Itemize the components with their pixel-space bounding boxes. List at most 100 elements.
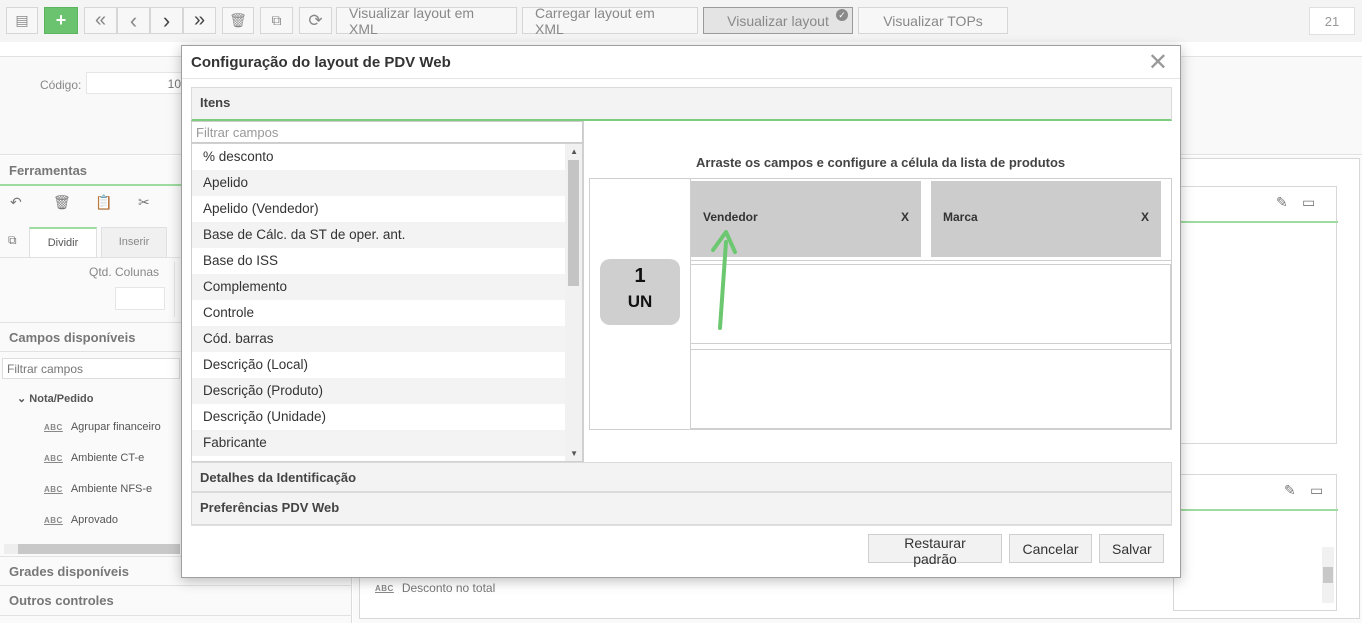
undo-icon[interactable]: ↶ — [10, 194, 22, 211]
scroll-up-icon[interactable]: ▲ — [570, 147, 578, 156]
grid-view-button[interactable]: ▤ — [6, 7, 38, 34]
section-detalhes-header[interactable]: Detalhes da Identificação — [191, 462, 1172, 492]
last-page-button[interactable]: » — [183, 7, 216, 34]
view-tops-label: Visualizar TOPs — [883, 12, 983, 29]
tree-item[interactable]: ABC Agrupar financeiro — [44, 421, 161, 433]
tab-inserir[interactable]: Inserir — [101, 227, 167, 258]
scroll-down-icon[interactable]: ▼ — [570, 449, 578, 458]
chevron-right-icon: › — [162, 7, 171, 33]
view-tops-button[interactable]: Visualizar TOPs — [858, 7, 1008, 34]
list-item[interactable]: Base do ISS — [192, 248, 566, 274]
tree-item[interactable]: ABC Ambiente NFS-e — [44, 483, 152, 495]
panel-divider — [583, 121, 584, 462]
window-icon[interactable]: ▭ — [1302, 194, 1315, 211]
list-item[interactable]: Descrição (Unidade) — [192, 404, 566, 430]
duplicate-icon[interactable]: ⧉ — [8, 233, 17, 248]
tree-root-label: Nota/Pedido — [29, 393, 94, 405]
cell-divider — [1174, 221, 1338, 223]
cancel-button[interactable]: Cancelar — [1009, 534, 1092, 563]
record-counter: 21 — [1309, 7, 1355, 35]
double-chevron-right-icon: » — [193, 9, 206, 31]
list-item[interactable]: Apelido — [192, 170, 566, 196]
load-xml-label: Carregar layout em XML — [535, 4, 655, 37]
refresh-button[interactable]: ⟳ — [299, 7, 332, 34]
tree-item[interactable]: ABC Ambiente CT-e — [44, 452, 144, 464]
dialog-header-divider — [182, 78, 1180, 79]
tree-item-label: Agrupar financeiro — [70, 421, 161, 433]
codigo-field[interactable]: 10 — [86, 72, 186, 94]
placed-field-marca[interactable]: Marca X — [931, 181, 1161, 257]
list-item[interactable]: Cód. barras — [192, 326, 566, 352]
text-field-icon: ABC — [44, 515, 63, 525]
previous-button[interactable]: ‹ — [117, 7, 150, 34]
view-xml-button[interactable]: Visualizar layout em XML — [336, 4, 517, 37]
close-icon[interactable]: ✕ — [1148, 48, 1168, 77]
layout-instruction: Arraste os campos e configure a célula d… — [696, 155, 1066, 170]
field-chip-label: Vendedor — [703, 210, 758, 224]
tool-tabs: ⧉ Dividir Inserir — [0, 224, 180, 258]
scrollbar-thumb[interactable] — [1323, 567, 1333, 583]
footer-divider — [191, 525, 1172, 526]
view-xml-label: Visualizar layout em XML — [349, 4, 475, 37]
window-icon[interactable]: ▭ — [1310, 482, 1323, 499]
list-item[interactable]: Descrição (Produto) — [192, 378, 566, 404]
section-itens-header[interactable]: Itens — [191, 87, 1172, 121]
list-item[interactable]: Apelido (Vendedor) — [192, 196, 566, 222]
annotation-arrow-icon — [711, 230, 737, 330]
cell-divider — [1174, 509, 1338, 511]
edit-icon[interactable]: ✎ — [1276, 194, 1288, 211]
field-desconto-no-total[interactable]: ABC Desconto no total — [375, 581, 495, 595]
edit-icon[interactable]: ✎ — [1284, 482, 1296, 499]
cut-icon[interactable]: ✂ — [138, 194, 150, 211]
layout-row-1[interactable]: Vendedor X Marca X — [690, 179, 1171, 261]
add-button[interactable]: + — [44, 7, 78, 34]
view-layout-button[interactable]: Visualizar layout ✓ — [703, 7, 853, 34]
save-button[interactable]: Salvar — [1099, 534, 1164, 563]
layout-config-dialog: Configuração do layout de PDV Web ✕ Iten… — [181, 45, 1181, 578]
copy-button[interactable]: ⧉ — [260, 7, 293, 34]
list-item[interactable]: Base de Cálc. da ST de oper. ant. — [192, 222, 566, 248]
double-chevron-left-icon: « — [94, 9, 107, 31]
unit-value: UN — [627, 292, 653, 311]
layout-row-3[interactable] — [690, 349, 1171, 429]
list-item[interactable]: Fabricante — [192, 430, 566, 456]
trash-icon[interactable]: 🗑 — [53, 194, 71, 211]
tree-root-nota-pedido[interactable]: ⌄ Nota/Pedido — [17, 392, 93, 405]
field-filter-input[interactable] — [191, 121, 583, 143]
text-field-icon: ABC — [375, 583, 394, 593]
tab-dividir[interactable]: Dividir — [29, 227, 97, 258]
restore-default-button[interactable]: Restaurar padrão — [868, 534, 1002, 567]
qtd-colunas-input[interactable] — [115, 287, 165, 310]
text-field-icon: ABC — [44, 484, 63, 494]
section-preferencias-header[interactable]: Preferências PDV Web — [191, 492, 1172, 525]
tree-item[interactable]: ABC Aprovado — [44, 514, 118, 526]
field-chip-label: Marca — [943, 210, 978, 224]
trash-icon: 🗑 — [229, 12, 247, 28]
vertical-scrollbar[interactable] — [1322, 547, 1334, 603]
list-item[interactable]: Descrição (Local) — [192, 352, 566, 378]
list-item[interactable]: Complemento — [192, 274, 566, 300]
chevron-down-icon: ⌄ — [17, 393, 30, 405]
fields-scrollbar[interactable]: ▲ ▼ — [565, 144, 582, 461]
next-button[interactable]: › — [150, 7, 183, 34]
field-label: Desconto no total — [401, 581, 496, 595]
product-cell-layout: 1 UN Vendedor X Marca X — [589, 178, 1172, 430]
paste-icon[interactable]: 📋 — [95, 194, 112, 211]
list-item[interactable]: % desconto — [192, 144, 566, 170]
first-page-button[interactable]: « — [84, 7, 117, 34]
outros-controles-header[interactable]: Outros controles — [0, 586, 352, 616]
remove-field-button[interactable]: X — [901, 210, 909, 224]
refresh-icon: ⟳ — [308, 10, 323, 30]
delete-button[interactable]: 🗑 — [222, 7, 254, 34]
load-xml-button[interactable]: Carregar layout em XML — [522, 4, 698, 37]
list-item[interactable]: Controle — [192, 300, 566, 326]
bg-filter-input[interactable] — [2, 358, 180, 379]
horizontal-scrollbar[interactable] — [4, 544, 180, 554]
scrollbar-thumb[interactable] — [568, 160, 579, 286]
chevron-left-icon: ‹ — [129, 7, 138, 33]
layout-row-2[interactable] — [690, 264, 1171, 344]
dialog-title: Configuração do layout de PDV Web — [191, 54, 451, 71]
remove-field-button[interactable]: X — [1141, 210, 1149, 224]
scrollbar-thumb[interactable] — [18, 544, 180, 554]
check-badge-icon: ✓ — [836, 9, 848, 21]
